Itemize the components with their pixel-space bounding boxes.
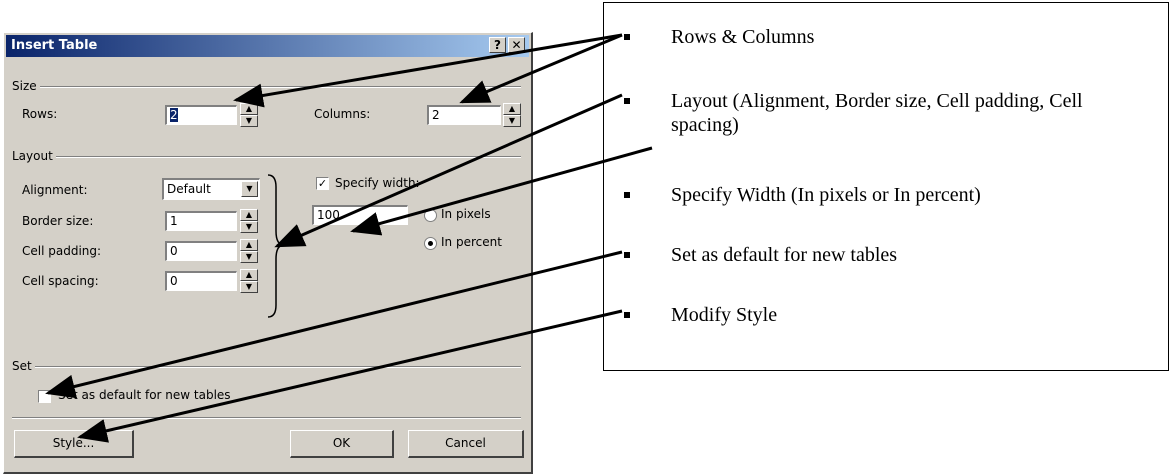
set-default-label: Set as default for new tables: [58, 388, 231, 402]
bullet-icon: [624, 34, 630, 40]
in-pixels-radio[interactable]: [424, 209, 437, 222]
cell-padding-stepper[interactable]: ▲ ▼: [240, 239, 258, 263]
divider: [12, 366, 521, 368]
spin-up-icon[interactable]: ▲: [503, 103, 521, 115]
insert-table-dialog: Insert Table ? ✕ Size Rows: 2 ▲ ▼ Columns…: [3, 32, 533, 474]
columns-label: Columns:: [314, 107, 371, 121]
ok-button[interactable]: OK: [290, 430, 394, 458]
rows-input[interactable]: 2: [165, 105, 237, 125]
width-input[interactable]: 100: [312, 205, 408, 225]
in-percent-label: In percent: [441, 235, 502, 249]
spin-down-icon[interactable]: ▼: [240, 251, 258, 263]
divider: [12, 156, 521, 158]
cell-spacing-label: Cell spacing:: [22, 274, 99, 288]
bullet-icon: [624, 98, 630, 104]
border-size-input[interactable]: 1: [165, 211, 237, 231]
bullet-icon: [624, 252, 630, 258]
spin-down-icon[interactable]: ▼: [240, 115, 258, 127]
border-size-stepper[interactable]: ▲ ▼: [240, 209, 258, 233]
footer-divider: [12, 417, 521, 419]
spin-up-icon[interactable]: ▲: [240, 103, 258, 115]
rows-stepper[interactable]: ▲ ▼: [240, 103, 258, 127]
style-button[interactable]: Style...: [14, 430, 134, 458]
spin-up-icon[interactable]: ▲: [240, 239, 258, 251]
columns-input[interactable]: 2: [427, 105, 501, 125]
cell-spacing-stepper[interactable]: ▲ ▼: [240, 269, 258, 293]
set-default-checkbox[interactable]: [38, 390, 51, 403]
in-percent-radio[interactable]: [424, 237, 437, 250]
specify-width-checkbox[interactable]: ✓: [316, 177, 329, 190]
set-group-label: Set: [12, 359, 35, 373]
cancel-button[interactable]: Cancel: [408, 430, 524, 458]
title-bar: Insert Table ? ✕: [6, 35, 529, 57]
alignment-select[interactable]: Default ▼: [162, 178, 260, 200]
border-size-label: Border size:: [22, 214, 94, 228]
in-pixels-label: In pixels: [441, 207, 491, 221]
set-group: Set: [12, 359, 521, 373]
brace-icon: [267, 174, 285, 318]
rows-label: Rows:: [22, 107, 58, 121]
bullet-icon: [624, 192, 630, 198]
callout-box: Rows & Columns Layout (Alignment, Border…: [603, 2, 1169, 371]
spin-up-icon[interactable]: ▲: [240, 269, 258, 281]
size-group-label: Size: [12, 79, 40, 93]
spin-down-icon[interactable]: ▼: [503, 115, 521, 127]
size-group: Size: [12, 79, 521, 93]
cell-padding-input[interactable]: 0: [165, 241, 237, 261]
spin-down-icon[interactable]: ▼: [240, 221, 258, 233]
spin-down-icon[interactable]: ▼: [240, 281, 258, 293]
spin-up-icon[interactable]: ▲: [240, 209, 258, 221]
alignment-value: Default: [167, 182, 211, 196]
bullet-icon: [624, 312, 630, 318]
alignment-label: Alignment:: [22, 183, 88, 197]
close-icon[interactable]: ✕: [508, 37, 525, 53]
layout-group-label: Layout: [12, 149, 56, 163]
layout-group: Layout: [12, 149, 521, 163]
divider: [12, 86, 521, 88]
specify-width-label: Specify width:: [335, 176, 420, 190]
dialog-title: Insert Table: [11, 38, 98, 53]
help-icon[interactable]: ?: [489, 37, 506, 53]
chevron-down-icon[interactable]: ▼: [241, 181, 258, 197]
cell-spacing-input[interactable]: 0: [165, 271, 237, 291]
cell-padding-label: Cell padding:: [22, 244, 102, 258]
columns-stepper[interactable]: ▲ ▼: [503, 103, 521, 127]
